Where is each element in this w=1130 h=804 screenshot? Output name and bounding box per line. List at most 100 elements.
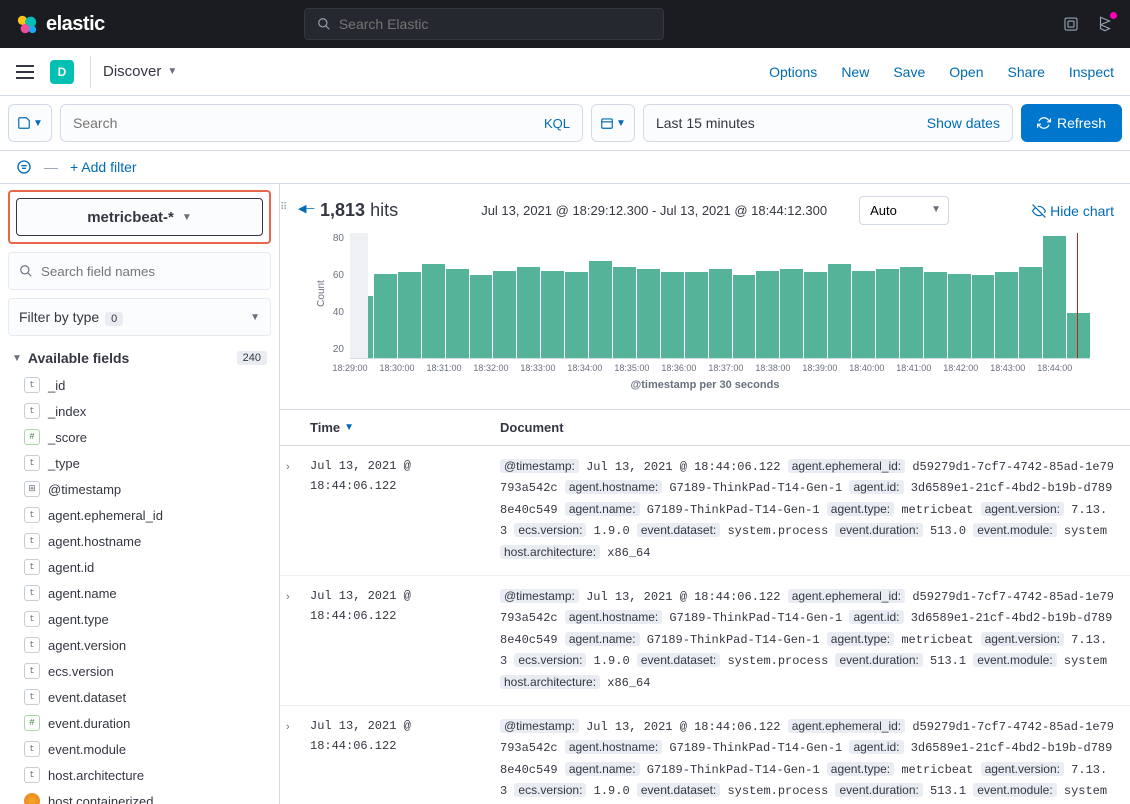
field-item[interactable]: tagent.type	[8, 606, 271, 632]
chart-bar[interactable]	[876, 269, 899, 358]
date-quick-button[interactable]: ▼	[591, 104, 635, 142]
field-item[interactable]: tecs.version	[8, 658, 271, 684]
chart-bar[interactable]	[517, 267, 540, 358]
field-type-icon: #	[24, 715, 40, 731]
appbar-action-save[interactable]: Save	[893, 64, 925, 80]
app-title[interactable]: Discover ▼	[103, 63, 177, 80]
divider	[90, 56, 91, 88]
field-search[interactable]	[8, 252, 271, 290]
saved-query-button[interactable]: ▼	[8, 104, 52, 142]
index-pattern-select[interactable]: metricbeat-* ▼	[16, 198, 263, 236]
field-item[interactable]: #event.duration	[8, 710, 271, 736]
chart-bar[interactable]	[374, 274, 397, 358]
field-search-input[interactable]	[41, 264, 260, 279]
x-axis: 18:29:0018:30:0018:31:0018:32:0018:33:00…	[350, 363, 1090, 373]
chart-bar[interactable]	[924, 272, 947, 358]
field-item[interactable]: ⊞@timestamp	[8, 476, 271, 502]
expand-row-icon[interactable]: ›	[286, 458, 290, 477]
chart-bar[interactable]	[1019, 267, 1042, 358]
date-range-box[interactable]: Last 15 minutes Show dates	[643, 104, 1013, 142]
elastic-logo-icon	[16, 13, 38, 35]
interval-select[interactable]: Auto	[859, 196, 949, 225]
query-input[interactable]	[73, 115, 544, 131]
menu-icon[interactable]	[16, 65, 34, 79]
result-time-range: Jul 13, 2021 @ 18:29:12.300 - Jul 13, 20…	[481, 203, 827, 218]
chart-bar[interactable]	[589, 261, 612, 358]
field-item[interactable]: tagent.version	[8, 632, 271, 658]
field-item[interactable]: host.containerized	[8, 788, 271, 804]
chart-bar[interactable]	[613, 267, 636, 358]
refresh-button[interactable]: Refresh	[1021, 104, 1122, 142]
chart-bar[interactable]	[470, 275, 493, 358]
query-input-box[interactable]: KQL	[60, 104, 583, 142]
field-item[interactable]: tagent.name	[8, 580, 271, 606]
field-item[interactable]: t_id	[8, 372, 271, 398]
chart-bar[interactable]	[565, 272, 588, 358]
field-item[interactable]: tevent.dataset	[8, 684, 271, 710]
available-fields-header[interactable]: ▼Available fields 240	[8, 344, 271, 372]
chart-bar[interactable]	[637, 269, 660, 358]
filter-settings-icon[interactable]	[16, 159, 32, 175]
field-item[interactable]: t_index	[8, 398, 271, 424]
expand-row-icon[interactable]: ›	[286, 588, 290, 607]
field-item[interactable]: tagent.ephemeral_id	[8, 502, 271, 528]
appbar-action-options[interactable]: Options	[769, 64, 817, 80]
chart-bar[interactable]	[685, 272, 708, 358]
drag-handle-icon[interactable]: ⠿	[280, 202, 289, 213]
expand-row-icon[interactable]: ›	[286, 718, 290, 737]
chart-bar[interactable]	[661, 272, 684, 358]
collapse-sidebar-icon[interactable]: ◀─	[298, 202, 314, 215]
global-search-input[interactable]	[339, 16, 651, 32]
appbar-action-inspect[interactable]: Inspect	[1069, 64, 1114, 80]
field-type-icon	[24, 793, 40, 804]
chart-bar[interactable]	[1043, 236, 1066, 358]
newsfeed-icon[interactable]	[1062, 15, 1080, 33]
chart-bar[interactable]	[756, 271, 779, 359]
chart-bar[interactable]	[852, 271, 875, 359]
row-timestamp: Jul 13, 2021 @ 18:44:06.122	[310, 586, 500, 693]
chart-bar[interactable]	[780, 269, 803, 358]
histogram-chart[interactable]: Count 80604020 18:29:0018:30:0018:31:001…	[280, 229, 1130, 399]
chart-bar[interactable]	[828, 264, 851, 358]
chart-bar[interactable]	[398, 272, 421, 358]
global-search[interactable]	[304, 8, 664, 40]
field-item[interactable]: tagent.hostname	[8, 528, 271, 554]
space-avatar[interactable]: D	[50, 60, 74, 84]
appbar-action-open[interactable]: Open	[949, 64, 983, 80]
field-type-icon: t	[24, 689, 40, 705]
chart-bar[interactable]	[422, 264, 445, 358]
calendar-icon	[600, 116, 614, 130]
chart-bar[interactable]	[948, 274, 971, 358]
search-icon	[317, 17, 331, 31]
chart-bar[interactable]	[350, 296, 373, 359]
hide-chart-button[interactable]: Hide chart	[1032, 203, 1114, 219]
chart-bar[interactable]	[804, 272, 827, 358]
chart-bar[interactable]	[995, 272, 1018, 358]
col-time-header[interactable]: Time ▼	[310, 420, 500, 435]
chart-bar[interactable]	[900, 267, 923, 358]
filter-by-type[interactable]: Filter by type0 ▼	[8, 298, 271, 336]
appbar-action-new[interactable]: New	[841, 64, 869, 80]
appbar-action-share[interactable]: Share	[1008, 64, 1045, 80]
help-icon[interactable]	[1096, 15, 1114, 33]
brand-logo[interactable]: elastic	[16, 13, 105, 36]
add-filter-button[interactable]: + Add filter	[70, 159, 137, 175]
col-document-header[interactable]: Document	[500, 420, 1114, 435]
chart-bar[interactable]	[493, 271, 516, 359]
kql-toggle[interactable]: KQL	[544, 116, 570, 131]
chart-bar[interactable]	[733, 275, 756, 358]
field-item[interactable]: t_type	[8, 450, 271, 476]
field-item[interactable]: thost.architecture	[8, 762, 271, 788]
field-item[interactable]: #_score	[8, 424, 271, 450]
filter-dash: —	[44, 159, 58, 175]
chart-bar[interactable]	[1067, 313, 1090, 358]
field-item[interactable]: tevent.module	[8, 736, 271, 762]
field-type-icon: t	[24, 403, 40, 419]
chart-bar[interactable]	[709, 269, 732, 358]
field-name: _id	[48, 378, 65, 393]
show-dates-link[interactable]: Show dates	[927, 115, 1000, 131]
chart-bar[interactable]	[972, 275, 995, 358]
chart-bar[interactable]	[541, 271, 564, 359]
chart-bar[interactable]	[446, 269, 469, 358]
field-item[interactable]: tagent.id	[8, 554, 271, 580]
